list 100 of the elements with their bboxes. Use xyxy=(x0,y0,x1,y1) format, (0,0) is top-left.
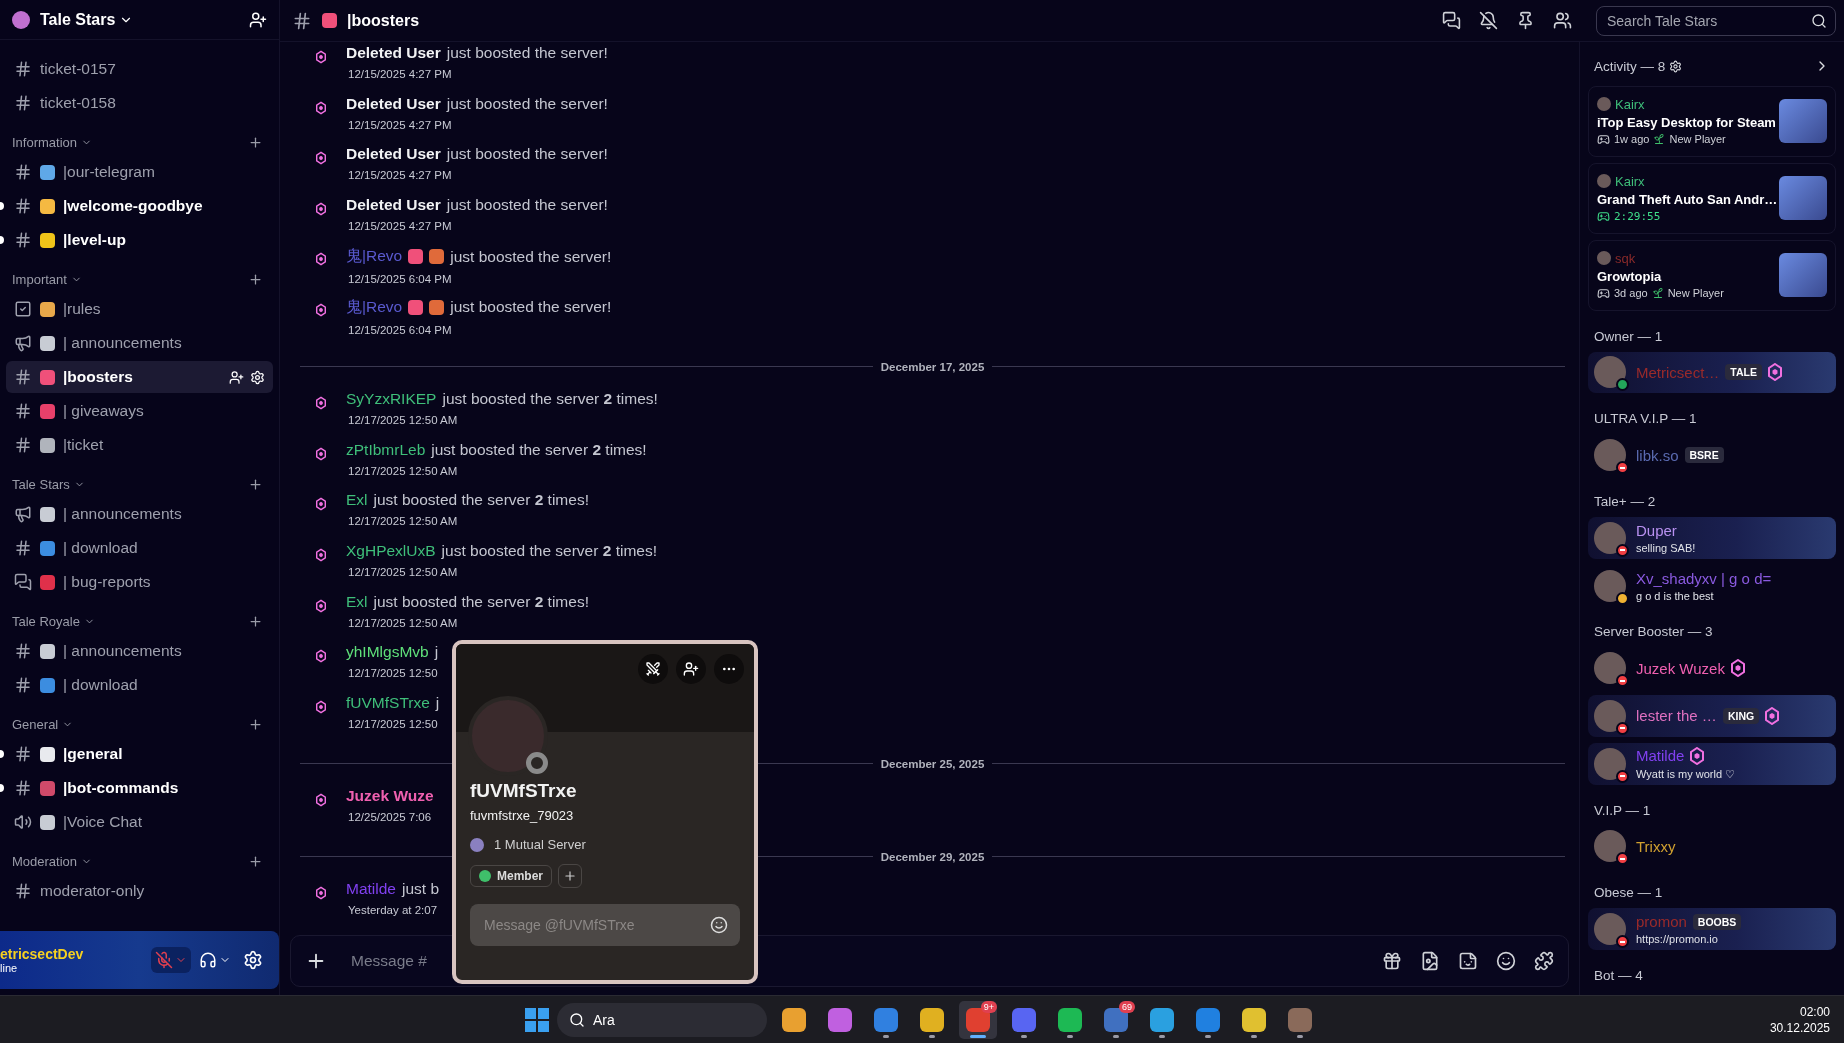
username[interactable]: zPtIbmrLeb xyxy=(346,440,426,459)
channel-item[interactable]: |bot-commands xyxy=(6,772,273,804)
gif-icon[interactable] xyxy=(1420,951,1440,971)
username[interactable]: XgHPexlUxB xyxy=(346,541,436,560)
bell-off-icon[interactable] xyxy=(1479,11,1498,30)
dm-field[interactable]: Message @fUVMfSTrxe xyxy=(470,904,740,946)
member-item[interactable]: Trixxy xyxy=(1588,825,1836,868)
member-name: libk.so xyxy=(1636,446,1679,464)
add-channel-icon[interactable] xyxy=(248,477,263,492)
swords-button[interactable] xyxy=(638,654,668,684)
add-channel-icon[interactable] xyxy=(248,717,263,732)
activity-tag: New Player xyxy=(1669,133,1726,146)
running-indicator xyxy=(970,1034,986,1038)
dm-input[interactable]: Message @fUVMfSTrxe xyxy=(482,916,710,934)
username[interactable]: yhIMlgsMvb xyxy=(346,643,429,662)
message-text: just boosted the server! xyxy=(446,145,608,164)
add-channel-icon[interactable] xyxy=(248,614,263,629)
category-label[interactable]: General xyxy=(12,717,59,732)
category-label[interactable]: Moderation xyxy=(12,854,78,869)
username[interactable]: Deleted User xyxy=(346,94,441,113)
channel-item[interactable]: | download xyxy=(6,669,273,701)
category-label[interactable]: Information xyxy=(12,135,78,150)
member-item[interactable]: Matilde Wyatt is my world ♡ xyxy=(1588,742,1836,785)
add-role-button[interactable] xyxy=(558,864,582,888)
sprout-icon xyxy=(1651,287,1664,300)
channel-item[interactable]: |Voice Chat xyxy=(6,806,273,838)
activity-card[interactable]: Kairx Grand Theft Auto San Andr… 2:29:55 xyxy=(1588,162,1836,234)
threads-icon[interactable] xyxy=(1442,11,1461,30)
date-divider-label: December 17, 2025 xyxy=(880,360,985,373)
channel-item[interactable]: | announcements xyxy=(6,635,273,667)
channel-item[interactable]: |our-telegram xyxy=(6,156,273,188)
avatar xyxy=(1597,97,1611,112)
username[interactable]: SyYzxRIKEP xyxy=(346,390,437,409)
channel-item[interactable]: |rules xyxy=(6,293,273,325)
username[interactable]: Exl xyxy=(346,592,368,611)
username[interactable]: Deleted User xyxy=(346,44,441,62)
member-item[interactable]: libk.so BSRE xyxy=(1588,434,1836,477)
channel-item[interactable]: |general xyxy=(6,738,273,770)
emoji-icon[interactable] xyxy=(1496,951,1516,971)
mutual-servers[interactable]: 1 Mutual Server xyxy=(494,837,586,852)
channel-item[interactable]: | giveaways xyxy=(6,395,273,427)
channel-item[interactable]: | announcements xyxy=(6,498,273,530)
category-label[interactable]: Important xyxy=(12,272,67,287)
sticker-icon[interactable] xyxy=(1458,951,1478,971)
username[interactable]: 鬼|Revo xyxy=(346,296,403,318)
username[interactable]: 鬼|Revo xyxy=(346,246,403,268)
channel-item[interactable]: |welcome-goodbye xyxy=(6,190,273,222)
message-input[interactable]: Message # xyxy=(349,951,1360,971)
channel-item[interactable]: |level-up xyxy=(6,224,273,256)
gift-icon[interactable] xyxy=(1382,951,1402,971)
server-name[interactable]: Tale Stars xyxy=(40,10,116,29)
add-channel-icon[interactable] xyxy=(248,135,263,150)
add-channel-icon[interactable] xyxy=(248,272,263,287)
member-item[interactable]: Juzek Wuzek xyxy=(1588,647,1836,690)
activity-user: Kairx xyxy=(1615,96,1645,112)
member-item[interactable]: Xv_shadyxv | g o d= g o d is the best xyxy=(1588,564,1836,607)
add-channel-icon[interactable] xyxy=(248,854,263,869)
search-field[interactable]: Search Tale Stars xyxy=(1596,5,1836,36)
category-label[interactable]: Tale Stars xyxy=(12,477,70,492)
member-item[interactable]: Metricsect… TALE xyxy=(1588,351,1836,394)
mute-button[interactable] xyxy=(151,947,191,973)
channel-item[interactable]: | bug-reports xyxy=(6,566,273,598)
taskbar-clock: 02:00 30.12.2025 xyxy=(1769,1004,1830,1036)
start-icon[interactable] xyxy=(525,1007,549,1032)
channel-item[interactable]: ticket-0158 xyxy=(6,87,273,119)
channel-item[interactable]: |ticket xyxy=(6,429,273,461)
username[interactable]: Matilde xyxy=(346,880,396,899)
display-name: fUVMfSTrxe xyxy=(470,780,578,802)
invite-icon[interactable] xyxy=(229,369,244,385)
activity-card[interactable]: Kairx iTop Easy Desktop for Steam 1w ago New Player xyxy=(1588,86,1836,157)
username[interactable]: Deleted User xyxy=(346,195,441,214)
search-input[interactable]: Search Tale Stars xyxy=(1605,11,1795,30)
member-item[interactable]: lester the … KING xyxy=(1588,695,1836,737)
username[interactable]: Exl xyxy=(346,491,368,510)
username[interactable]: Juzek Wuze xyxy=(346,787,434,805)
add-friend-button[interactable] xyxy=(676,654,706,684)
settings-icon[interactable] xyxy=(1669,59,1683,73)
unread-marker xyxy=(0,236,4,244)
member-group-title: Bot — 4 xyxy=(1593,966,1644,985)
running-indicator xyxy=(929,1034,935,1038)
taskbar-app-icon[interactable]: 9+ xyxy=(959,1000,997,1039)
activity-card[interactable]: sqk Growtopia 3d ago New Player xyxy=(1588,239,1836,311)
game-thumbnail xyxy=(1779,176,1827,221)
channel-item[interactable]: |boosters xyxy=(6,361,273,393)
channel-item[interactable]: moderator-only xyxy=(6,875,273,907)
category-label[interactable]: Tale Royale xyxy=(12,614,80,629)
username[interactable]: fUVMfSTrxe xyxy=(346,693,430,712)
channel-item[interactable]: ticket-0157 xyxy=(6,53,273,85)
pin-icon[interactable] xyxy=(1516,11,1535,30)
taskbar-search[interactable]: Ara xyxy=(557,1002,767,1037)
hash-icon xyxy=(14,402,32,420)
date-divider-label: December 25, 2025 xyxy=(880,757,985,770)
invite-icon[interactable] xyxy=(249,10,267,29)
channel-item[interactable]: | download xyxy=(6,532,273,564)
channel-item[interactable]: | announcements xyxy=(6,327,273,359)
apps-icon[interactable] xyxy=(1534,951,1554,971)
member-item[interactable]: promon BOOBS https://promon.io xyxy=(1588,908,1836,950)
member-item[interactable]: Duper selling SAB! xyxy=(1588,517,1836,559)
members-icon[interactable] xyxy=(1553,11,1572,30)
username[interactable]: Deleted User xyxy=(346,145,441,164)
